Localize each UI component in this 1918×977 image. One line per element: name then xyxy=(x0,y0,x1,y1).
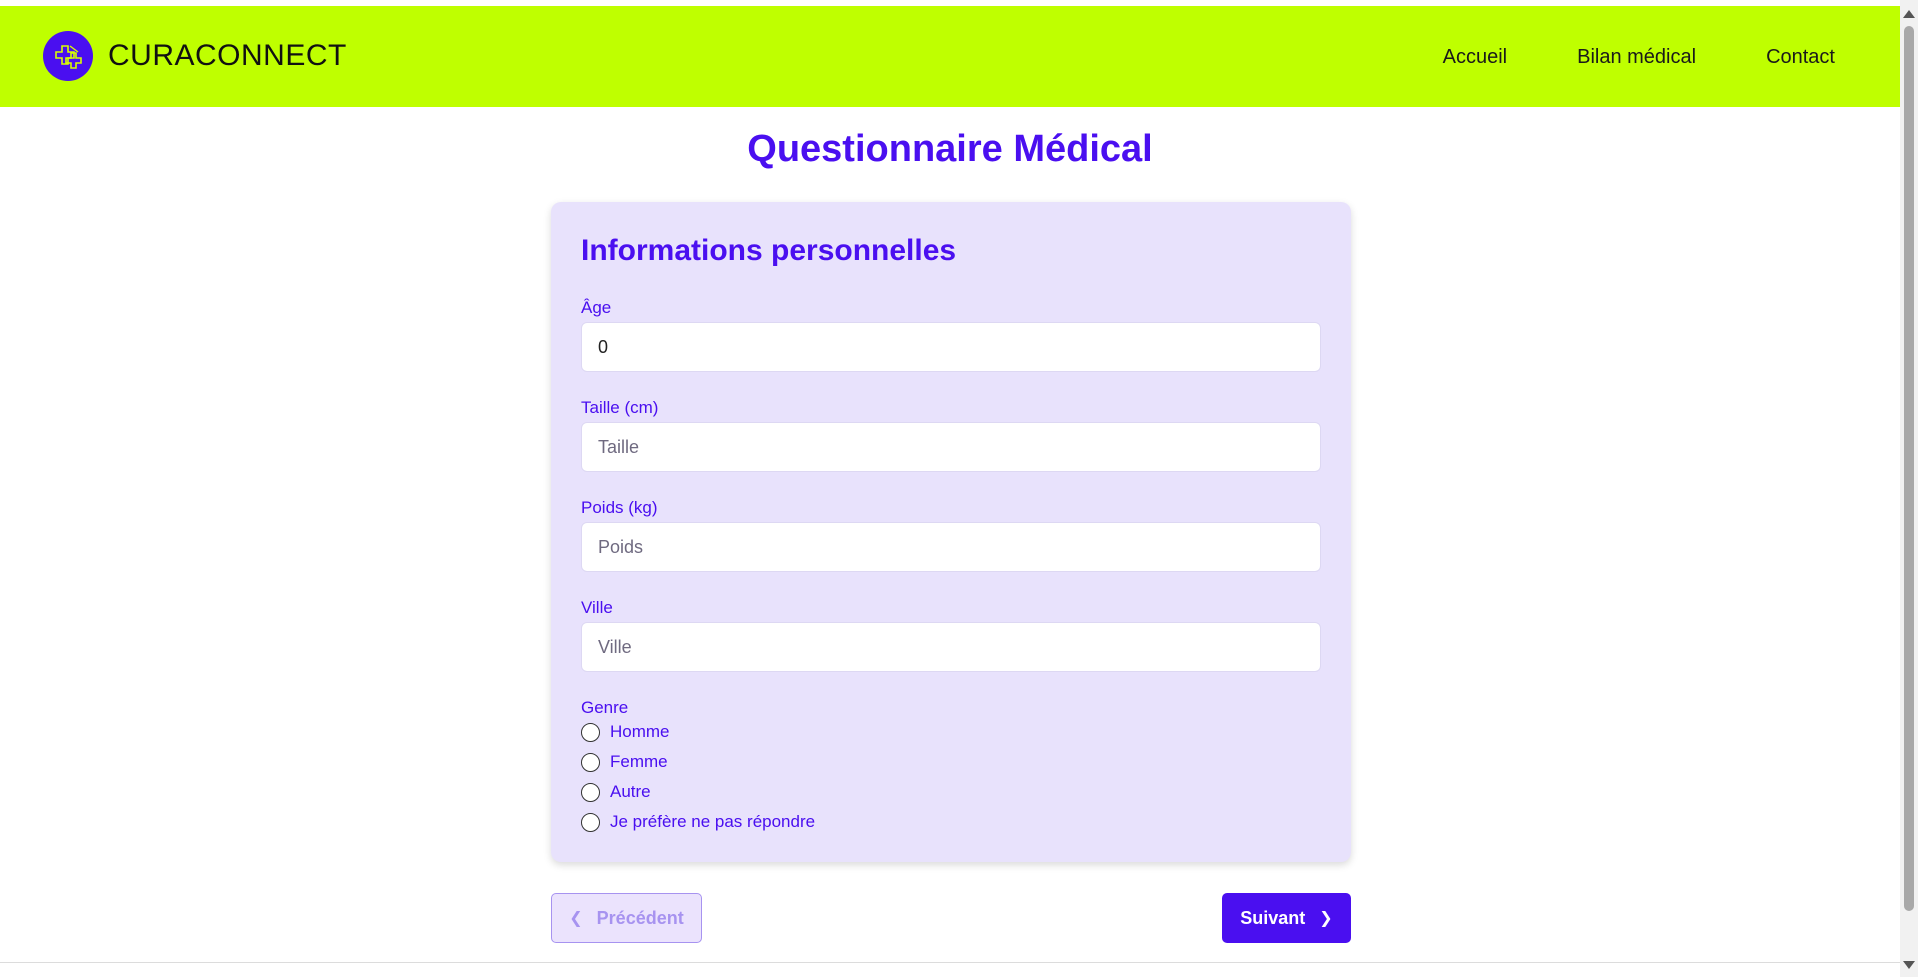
radio-button[interactable] xyxy=(581,752,600,772)
form-card: Informations personnelles Âge Taille (cm… xyxy=(551,202,1351,862)
previous-button-label: Précédent xyxy=(596,907,684,928)
gender-option-label: Femme xyxy=(610,752,668,771)
scroll-thumb[interactable] xyxy=(1904,26,1914,911)
nav-link-accueil[interactable]: Accueil xyxy=(1443,46,1507,69)
vertical-scrollbar[interactable] xyxy=(1900,0,1918,977)
scroll-down-arrow-icon[interactable] xyxy=(1903,961,1915,969)
radio-button[interactable] xyxy=(581,722,600,742)
chevron-right-icon: ❯ xyxy=(1319,910,1333,927)
medical-cross-logo-icon xyxy=(43,31,93,81)
city-label: Ville xyxy=(581,598,613,617)
brand[interactable]: CURACONNECT xyxy=(43,31,347,81)
nav-links: Accueil Bilan médical Contact xyxy=(1373,46,1835,69)
weight-label: Poids (kg) xyxy=(581,498,658,517)
next-button-label: Suivant xyxy=(1240,907,1306,928)
age-label: Âge xyxy=(581,298,612,317)
weight-input[interactable] xyxy=(581,522,1321,572)
age-input[interactable] xyxy=(581,322,1321,372)
city-input[interactable] xyxy=(581,622,1321,672)
gender-option-label: Je préfère ne pas répondre xyxy=(610,812,816,831)
next-button[interactable]: Suivant ❯ xyxy=(1222,893,1351,943)
bottom-divider xyxy=(0,962,1900,963)
viewport: CURACONNECT Accueil Bilan médical Contac… xyxy=(0,0,1918,977)
gender-option-homme[interactable]: Homme xyxy=(581,722,670,742)
page-title: Questionnaire Médical xyxy=(747,128,1153,170)
gender-label: Genre xyxy=(581,698,629,717)
radio-button[interactable] xyxy=(581,812,600,832)
previous-button[interactable]: ❮ Précédent xyxy=(551,893,702,943)
gender-option-label: Homme xyxy=(610,722,670,741)
radio-button[interactable] xyxy=(581,782,600,802)
gender-option-femme[interactable]: Femme xyxy=(581,752,668,772)
gender-option-autre[interactable]: Autre xyxy=(581,782,651,802)
nav-link-bilan-medical[interactable]: Bilan médical xyxy=(1577,46,1696,69)
height-label: Taille (cm) xyxy=(581,398,659,417)
scroll-up-arrow-icon[interactable] xyxy=(1903,10,1915,18)
navbar: CURACONNECT Accueil Bilan médical Contac… xyxy=(0,6,1900,107)
brand-name: CURACONNECT xyxy=(108,39,347,72)
chevron-left-icon: ❮ xyxy=(569,910,583,927)
gender-option-label: Autre xyxy=(610,782,651,801)
section-title: Informations personnelles xyxy=(581,234,957,267)
gender-option-no-answer[interactable]: Je préfère ne pas répondre xyxy=(581,812,815,832)
nav-link-contact[interactable]: Contact xyxy=(1766,46,1835,69)
height-input[interactable] xyxy=(581,422,1321,472)
